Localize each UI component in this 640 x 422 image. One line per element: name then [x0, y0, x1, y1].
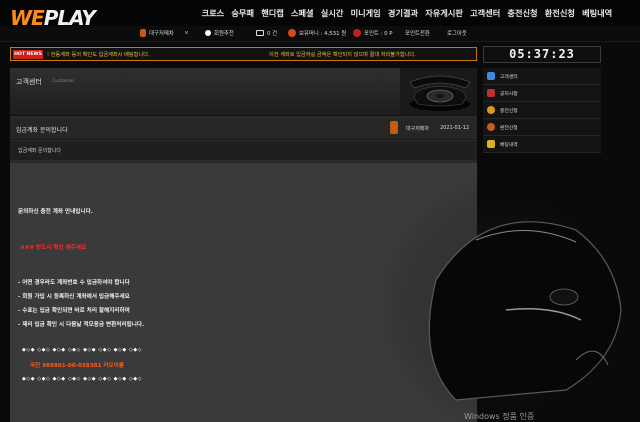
points-label: 포인트 : 0 P [364, 31, 393, 37]
quick-menu-notice-label: 공지사항 [500, 91, 518, 97]
message-author: 대구저메차 [406, 126, 430, 132]
news-ticker: HOT NEWS ! 한동계좌 등의 확인도 입금계좌시 베팅합니다. 이전 계… [10, 47, 477, 61]
ticker-text-2: 이전 계좌로 입금하실 금액은 확인되지 않으며 절대 처리불가합니다. [269, 52, 416, 58]
bank-account: 국민 989801-00-038381 카오이롱 [30, 363, 124, 369]
nav-item-live[interactable]: 실시간 [317, 7, 347, 19]
megaphone-icon [487, 89, 495, 97]
nav-item-win-draw-lose[interactable]: 승무패 [228, 7, 258, 19]
nav-item-minigame[interactable]: 미니게임 [347, 7, 384, 19]
referral-label: 회원추천 [214, 31, 234, 37]
logout-label: 로그아웃 [447, 31, 467, 37]
nav-item-handicap[interactable]: 핸디캡 [258, 7, 288, 19]
quick-menu-support-label: 고객센터 [500, 74, 518, 80]
panel-header: 고객센터 Customer [10, 68, 477, 116]
car-image [376, 160, 640, 422]
user-info[interactable]: 대구저메차 v [140, 29, 188, 37]
nav-item-deposit[interactable]: 충전신청 [504, 7, 541, 19]
nav-item-special[interactable]: 스페셜 [287, 7, 317, 19]
exchange-icon [487, 123, 495, 131]
quick-menu-withdraw-label: 환전신청 [500, 125, 518, 131]
decorative-divider-bottom: ◆◇◆ ◇◆◇ ◆◇◆ ◇◆◇ ◆◇◆ ◇◆◇ ◆◇◆ ◇◆◇ [22, 376, 142, 382]
quick-menu-deposit-label: 충전신청 [500, 108, 518, 114]
site-logo[interactable]: WEPLAY [10, 6, 120, 30]
user-bar: 대구저메차 v 회원추천 0 건 보유머니 : 4,531 원 포인트 : 0 … [0, 26, 640, 42]
message-header: 입금계좌 문의합니다 대구저메차 2021-01-12 [10, 118, 477, 140]
body-line-intro: 문의하신 충전 계좌 안내입니다. [18, 209, 93, 215]
nav-item-board[interactable]: 자유게시판 [422, 7, 467, 19]
balance: 보유머니 : 4,531 원 [288, 29, 346, 37]
point-convert-label: 포인트전환 [405, 31, 430, 37]
quick-menu-notice[interactable]: 공지사항 [483, 85, 601, 102]
quick-menu: 고객센터 공지사항 충전신청 환전신청 배팅내역 [483, 68, 601, 153]
nav-item-cross[interactable]: 크로스 [198, 7, 228, 19]
points: 포인트 : 0 P [353, 29, 393, 37]
headset-icon [487, 72, 495, 80]
telephone-icon [400, 68, 477, 116]
balance-label: 보유머니 : 4,531 원 [299, 31, 347, 37]
point-convert-link[interactable]: 포인트전환 [405, 29, 430, 37]
quick-menu-withdraw[interactable]: 환전신청 [483, 119, 601, 136]
message-title: 입금계좌 문의합니다 [16, 127, 68, 134]
panel-subtitle: Customer [52, 79, 75, 84]
decorative-divider-top: ◆◇◆ ◇◆◇ ◆◇◆ ◇◆◇ ◆◇◆ ◇◆◇ ◆◇◆ ◇◆◇ [22, 347, 142, 353]
logout-link[interactable]: 로그아웃 [447, 29, 467, 37]
quick-menu-bet-history-label: 배팅내역 [500, 142, 518, 148]
digital-clock: 05:37:23 [483, 46, 601, 63]
author-level-icon [390, 121, 398, 134]
username-suffix: v [184, 30, 189, 36]
envelope-icon [256, 30, 264, 36]
quick-menu-support[interactable]: 고객센터 [483, 68, 601, 85]
list-icon [487, 140, 495, 148]
main-nav: 크로스 승무패 핸디캡 스페셜 실시간 미니게임 경기결과 자유게시판 고객센터… [198, 7, 616, 19]
coin-icon [487, 106, 495, 114]
username: 대구저메차 [149, 31, 174, 37]
top-header: WEPLAY 크로스 승무패 핸디캡 스페셜 실시간 미니게임 경기결과 자유게… [0, 0, 640, 30]
money-icon [288, 29, 296, 37]
windows-activation-watermark: Windows 정품 인증 [464, 412, 535, 421]
nav-item-results[interactable]: 경기결과 [384, 7, 421, 19]
nav-item-support[interactable]: 고객센터 [467, 7, 504, 19]
nav-item-bet-history[interactable]: 베팅내역 [578, 7, 615, 19]
user-level-icon [140, 29, 146, 37]
quick-menu-bet-history[interactable]: 배팅내역 [483, 136, 601, 153]
body-line-rule-2: - 회원 가입 시 등록하신 계좌에서 입금해주세요 [18, 294, 130, 300]
messages-count: 0 건 [267, 31, 278, 37]
message-date: 2021-01-12 [440, 125, 470, 131]
thumb-icon [205, 30, 211, 36]
nav-item-withdraw[interactable]: 환전신청 [541, 7, 578, 19]
body-line-notice: ### 반드시 확인 해주세요 [20, 245, 87, 251]
message-subject: 입금계좌 문의합니다 [18, 148, 61, 154]
point-icon [353, 29, 361, 37]
referral-link[interactable]: 회원추천 [205, 29, 234, 37]
message-subject-row: 입금계좌 문의합니다 [10, 141, 477, 160]
messages-link[interactable]: 0 건 [256, 29, 277, 37]
body-line-rule-4: - 재리 입금 확인 시 다음날 적모응금 변환처리됩니다. [18, 322, 145, 328]
ticker-text-1: ! 한동계좌 등의 확인도 입금계좌시 베팅합니다. [47, 52, 150, 58]
panel-title: 고객센터 [16, 78, 42, 86]
quick-menu-deposit[interactable]: 충전신청 [483, 102, 601, 119]
hot-news-badge: HOT NEWS [13, 50, 43, 59]
body-line-rule-1: - 어떤 경우라도 계좌번호 수 입금하셔야 합니다 [18, 280, 130, 286]
body-line-rule-3: - 수표는 입금 확인되면 바로 처리 할해지리하며 [18, 308, 130, 314]
